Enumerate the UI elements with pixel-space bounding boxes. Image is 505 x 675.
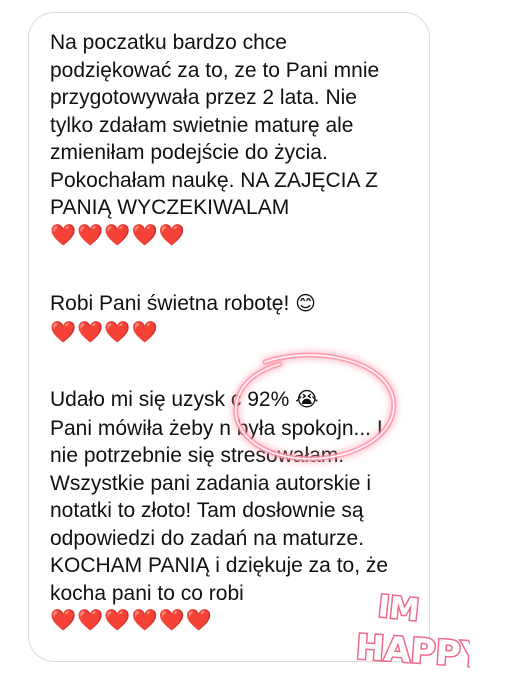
message-line: zmieniłam podejście do życia. xyxy=(50,141,328,164)
sticker-line-2: HAPPY xyxy=(355,627,470,675)
message-line: Wszystkie pani zadania autorskie i xyxy=(50,471,371,495)
message-paragraph-2: Robi Pani świetna robotę! 😊 ❤️❤️❤️❤️ xyxy=(50,290,425,346)
smiling-face-emoji-icon: 😊 xyxy=(295,293,317,315)
message-line: Na poczatku bardzo chce xyxy=(50,31,287,54)
message-line: nie potrzebnie się stresowałam. xyxy=(50,444,345,467)
message-line: tylko zdałam swietnie maturę ale xyxy=(50,113,354,137)
im-happy-sticker: IM HAPPY xyxy=(353,588,470,675)
crying-face-emoji-icon: 😭 xyxy=(295,389,319,411)
hearts-emoji-row: ❤️❤️❤️❤️ xyxy=(50,320,159,344)
sticker-line-1: IM xyxy=(376,589,420,628)
message-line: Robi Pani świetna robotę! 😊 xyxy=(50,290,425,319)
message-line-text: Udało mi się uzysk c 92% xyxy=(50,388,290,411)
message-line-text: Robi Pani świetna robotę! xyxy=(50,292,290,315)
message-line: Pokochałam naukę. NA ZAJĘCIA Z xyxy=(50,168,378,192)
message-line: podziękować za to, ze to Pani mnie xyxy=(50,58,380,82)
hearts-emoji-row: ❤️❤️❤️❤️❤️ xyxy=(50,223,186,247)
message-line: przygotowywała przez 2 lata. Nie xyxy=(50,86,357,109)
message-line: odpowiedzi do zadań na maturze. xyxy=(50,526,365,550)
message-line: notatki to złoto! Tam dosłownie są xyxy=(50,499,364,522)
message-line: PANIĄ WYCZEKIWALAM xyxy=(50,196,290,219)
message-paragraph-1: Na poczatku bardzo chce podziękować za t… xyxy=(50,29,425,249)
message-line: Pani mówiła żeby n była spokojn... I xyxy=(50,416,383,440)
message-line: Udało mi się uzysk c 92% 😭 xyxy=(50,386,425,415)
message-line: KOCHAM PANIĄ i dziękuje za to, że xyxy=(50,554,389,577)
